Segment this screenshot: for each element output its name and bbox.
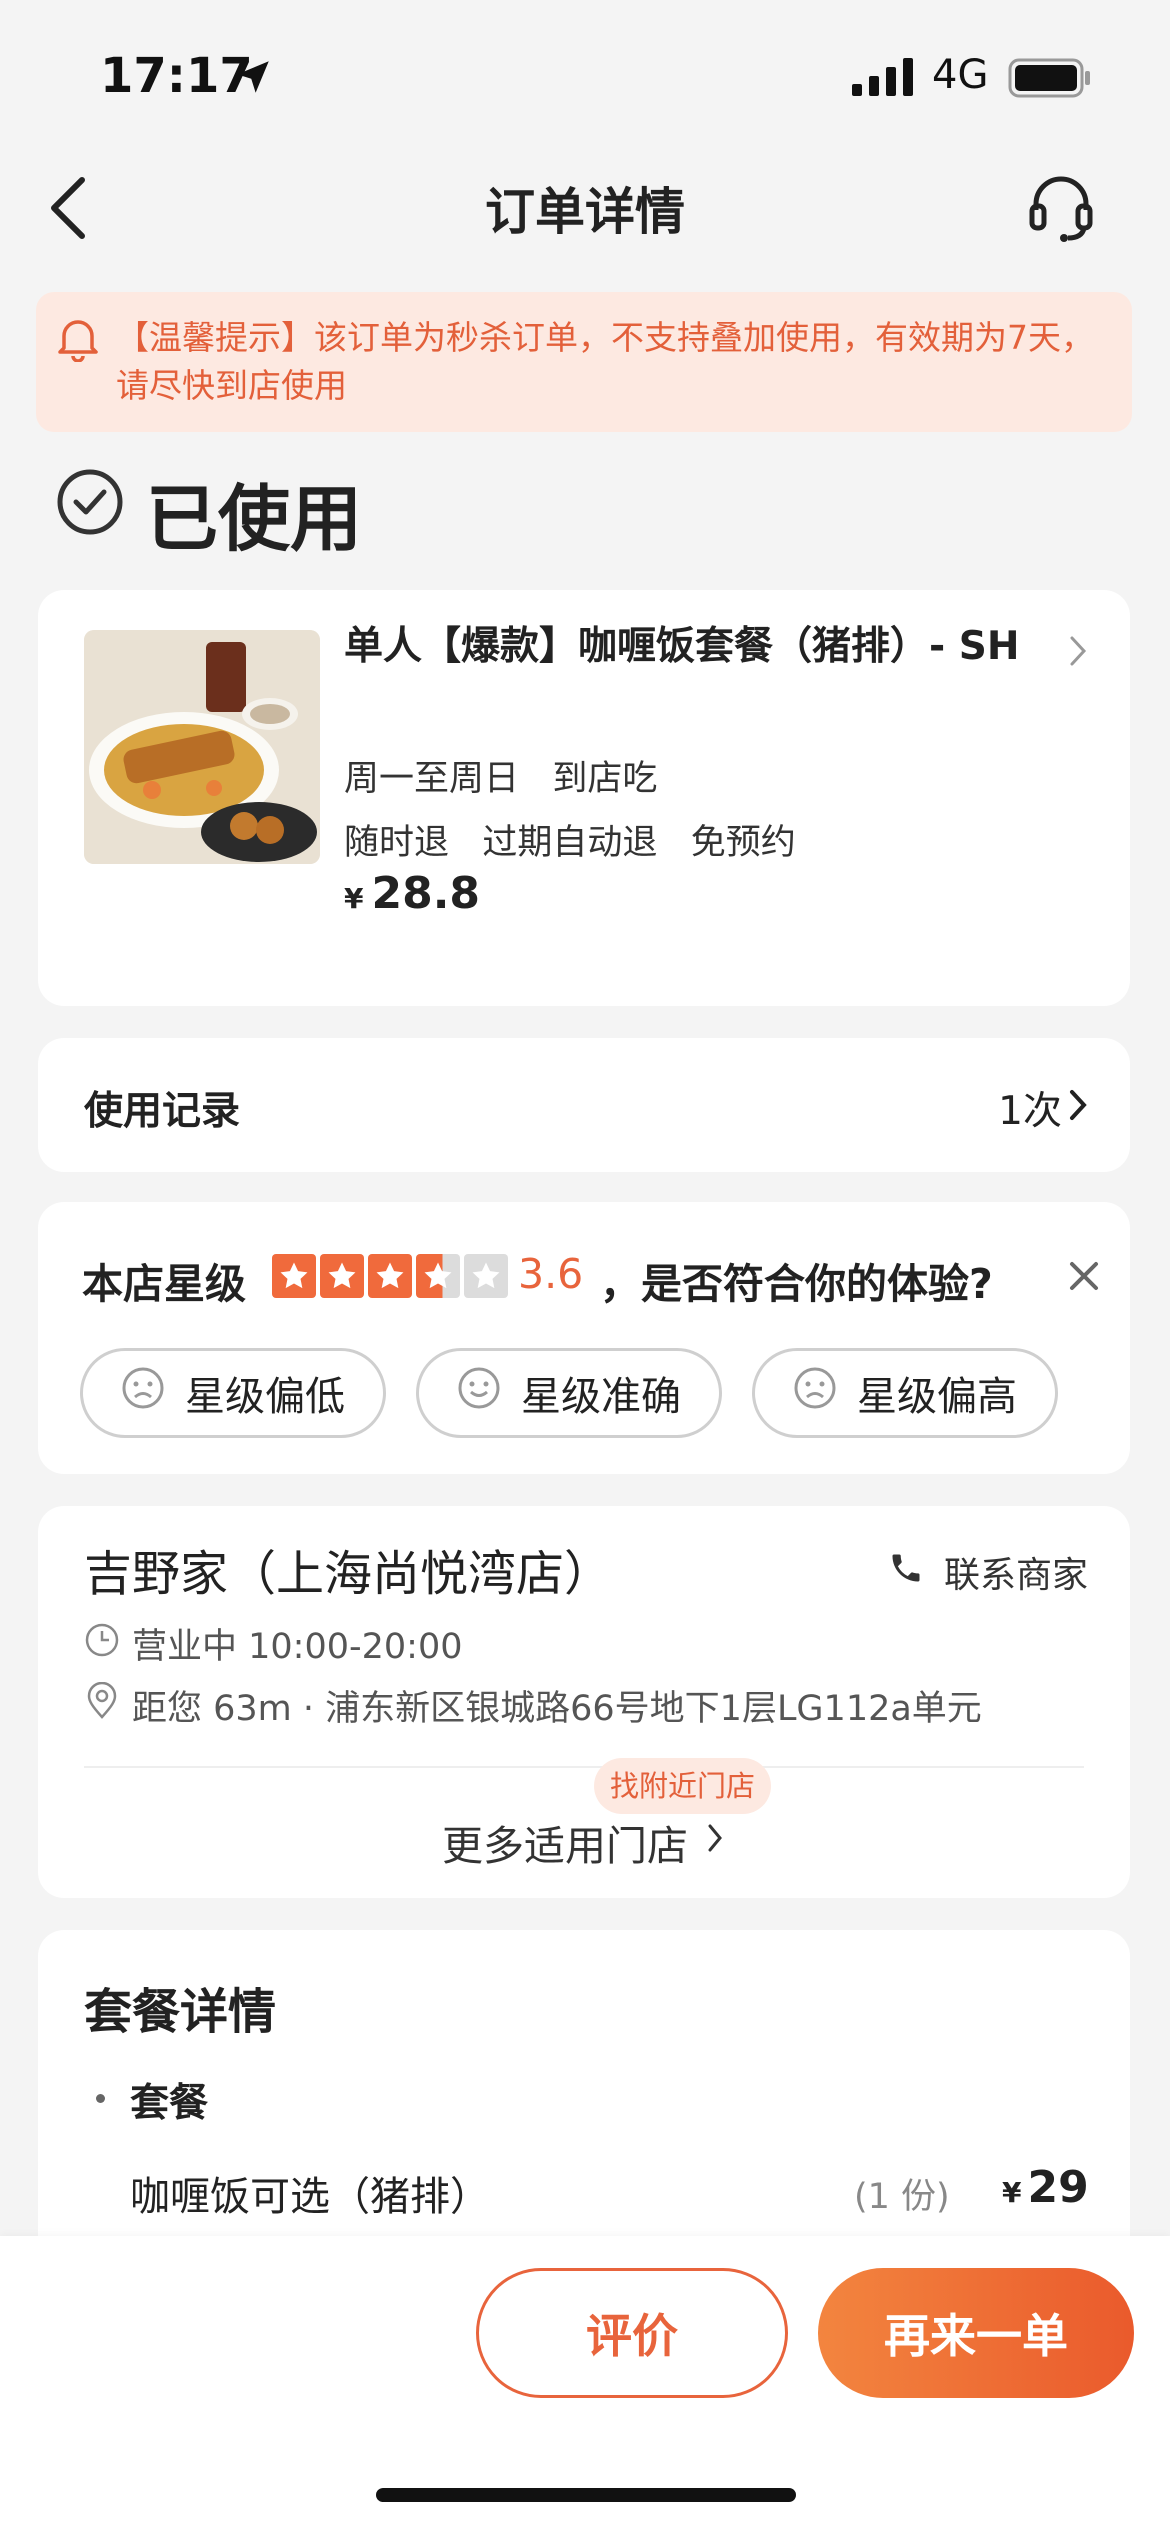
package-item-price: ¥29: [1002, 2162, 1089, 2213]
location-arrow-icon: [232, 56, 274, 102]
rating-option-label: 星级准确: [521, 1374, 681, 1420]
package-item-qty: (1 份): [854, 2177, 950, 2217]
sad-face-icon: [121, 1366, 165, 1420]
star-rating: [272, 1254, 508, 1298]
currency-symbol: ¥: [344, 882, 364, 915]
product-price: ¥28.8: [344, 868, 480, 919]
more-stores-link[interactable]: 更多适用门店: [442, 1812, 688, 1872]
phone-icon[interactable]: [888, 1550, 924, 1590]
star-icon: [272, 1254, 316, 1298]
usage-record-count: 1次: [998, 1089, 1062, 1134]
clock-icon: [84, 1622, 120, 1662]
status-time: 17:17: [100, 48, 253, 104]
package-title: 套餐详情: [84, 1984, 277, 2040]
star-icon: [368, 1254, 412, 1298]
chevron-right-icon: [706, 1822, 724, 1858]
order-status: 已使用: [146, 477, 363, 561]
store-address[interactable]: 距您 63m · 浦东新区银城路66号地下1层LG112a单元: [132, 1680, 982, 1731]
bell-icon: [56, 314, 100, 366]
rating-option-label: 星级偏高: [857, 1374, 1017, 1420]
chevron-right-icon: [1068, 634, 1088, 672]
bullet: [96, 2094, 105, 2103]
price-amount: 28.8: [371, 868, 481, 919]
rating-accurate-button[interactable]: 星级准确: [416, 1348, 722, 1438]
headset-icon: [1029, 176, 1093, 242]
location-pin-icon: [84, 1681, 120, 1724]
store-hours: 营业中 10:00-20:00: [132, 1627, 463, 1667]
notice-text: 【温馨提示】该订单为秒杀订单，不支持叠加使用，有效期为7天，请尽快到店使用: [116, 318, 1094, 405]
currency-symbol: ¥: [1002, 2176, 1022, 2209]
page-title: 订单详情: [485, 183, 685, 241]
price-amount: 29: [1027, 2162, 1089, 2213]
rating-low-button[interactable]: 星级偏低: [80, 1348, 386, 1438]
rating-question: ，是否符合你的体验?: [600, 1260, 993, 1308]
customer-service-button[interactable]: [1026, 170, 1096, 246]
contact-merchant-button[interactable]: 联系商家: [944, 1546, 1088, 1598]
signal-icon: [852, 58, 914, 100]
store-name[interactable]: 吉野家（上海尚悦湾店）: [84, 1534, 612, 1604]
rating-label: 本店星级: [82, 1260, 246, 1308]
rating-option-label: 星级偏低: [185, 1374, 345, 1420]
close-icon[interactable]: [1068, 1260, 1100, 1296]
sad-face-icon: [793, 1366, 837, 1420]
store-rating-card: 本店星级 3.6 ，是否符合你的体验? 星级偏低 星级准确 星级偏高: [38, 1202, 1130, 1474]
rating-high-button[interactable]: 星级偏高: [752, 1348, 1058, 1438]
smile-face-icon: [457, 1366, 501, 1420]
product-title: 单人【爆款】咖喱饭套餐（猪排）- SH: [344, 624, 1020, 669]
chevron-right-icon: [1068, 1088, 1088, 1126]
package-section: 套餐: [130, 2081, 209, 2126]
usage-record-label: 使用记录: [84, 1089, 241, 1134]
usage-record-row[interactable]: 使用记录 1次: [38, 1038, 1130, 1172]
reorder-button[interactable]: 再来一单: [818, 2268, 1134, 2398]
warm-notice-banner: 【温馨提示】该订单为秒杀订单，不支持叠加使用，有效期为7天，请尽快到店使用: [36, 292, 1132, 432]
product-tags-schedule: 周一至周日 到店吃: [344, 759, 658, 799]
battery-icon: [1008, 58, 1092, 102]
home-indicator: [376, 2488, 796, 2502]
star-icon: [464, 1254, 508, 1298]
star-icon: [320, 1254, 364, 1298]
network-type: 4G: [932, 52, 989, 98]
star-icon: [416, 1254, 460, 1298]
store-card: 吉野家（上海尚悦湾店） 联系商家 营业中 10:00-20:00 距您 63m …: [38, 1506, 1130, 1898]
review-button[interactable]: 评价: [476, 2268, 788, 2398]
product-tags-policy: 随时退 过期自动退 免预约: [344, 823, 796, 863]
nearby-stores-badge: 找附近门店: [594, 1758, 772, 1814]
product-card[interactable]: 单人【爆款】咖喱饭套餐（猪排）- SH 周一至周日 到店吃 随时退 过期自动退 …: [38, 590, 1130, 1006]
package-item-name: 咖喱饭可选（猪排）: [130, 2174, 490, 2220]
product-image: [84, 630, 320, 864]
check-circle-icon: [56, 468, 124, 540]
divider: [84, 1766, 1084, 1768]
rating-score: 3.6: [518, 1250, 584, 1298]
